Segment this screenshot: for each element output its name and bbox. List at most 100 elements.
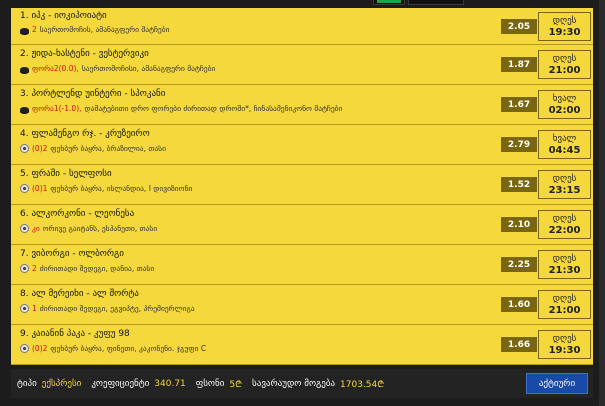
odds-badge: 1.67: [501, 97, 537, 112]
match-title: 3. პორტლენდ უინტერი - სპოკანი: [20, 89, 166, 99]
match-title: 4. ფლამენგო რჯ. - კრუზეირო: [20, 129, 150, 139]
match-hour: 19:30: [548, 26, 581, 38]
coef-value: 340.71: [154, 378, 186, 389]
type-label: ტიპი: [17, 378, 37, 389]
match-hour: 21:00: [548, 304, 581, 316]
bet-details: კი ორივე გაიტანს, ესპანეთი, თასი: [20, 224, 157, 233]
match-hour: 19:30: [548, 344, 581, 356]
match-time: დღეს 22:00: [538, 210, 591, 239]
hockey-puck-icon: [20, 106, 29, 113]
bet-row[interactable]: 2. ჟიდა-ხასტენი - ვესტერვიკი ფორა2(0.0), ს…: [11, 45, 593, 85]
market: საერთომოჩის, ამანაგფერი მატჩები: [39, 25, 170, 34]
match-title: 7. ვიბორგი - ოლბორგი: [20, 249, 124, 259]
match-day: დღეს: [552, 213, 577, 224]
bet-details: ფორა1(-1.0), დამატებითი დრო ფორები ძირითა…: [20, 104, 342, 113]
pick: (0)2: [32, 144, 48, 153]
type-value: ექსპრესი: [41, 378, 82, 389]
active-button[interactable]: აქტიური: [526, 373, 588, 394]
match-time: დღეს 23:15: [538, 170, 591, 199]
odds-badge: 2.79: [501, 137, 537, 152]
bet-details: ფორა2(0.0), საერთომოჩისი, ამანაგფერი მატჩ…: [20, 64, 215, 73]
bet-row[interactable]: 1. იპკ - იოკიპოიატი 2 საერთომოჩის, ამანაგფ…: [11, 8, 593, 45]
football-icon: [20, 184, 29, 193]
bet-summary-footer: ტიპი ექსპრესი კოეფიციენტი 340.71 ფსონი 5…: [11, 369, 593, 398]
match-title: 1. იპკ - იოკიპოიატი: [20, 11, 107, 21]
football-icon: [20, 224, 29, 233]
bet-row[interactable]: 3. პორტლენდ უინტერი - სპოკანი ფორა1(-1.0)…: [11, 85, 593, 125]
football-icon: [20, 304, 29, 313]
market: ძირითადი შედეგი, ეგვიპტე, პრემიერლიგა: [39, 304, 195, 313]
match-day: დღეს: [552, 53, 577, 64]
odds-badge: 2.25: [501, 257, 537, 272]
match-time: ხვალ 04:45: [538, 130, 591, 159]
odds-badge: 1.52: [501, 177, 537, 192]
match-title: 9. კაიანინ პაკა - კუფუ 98: [20, 329, 130, 339]
football-icon: [20, 344, 29, 353]
odds-badge: 1.87: [501, 57, 537, 72]
bet-details: 2 ძირითადი შედეგი, დანია, თასი: [20, 264, 154, 273]
bet-row[interactable]: 7. ვიბორგი - ოლბორგი 2 ძირითადი შედეგი, და…: [11, 245, 593, 285]
bet-row[interactable]: 4. ფლამენგო რჯ. - კრუზეირო (0)2 ფეხბურ ბაყ…: [11, 125, 593, 165]
match-hour: 21:30: [548, 264, 581, 276]
match-hour: 04:45: [548, 144, 581, 156]
coef-label: კოეფიციენტი: [91, 378, 150, 389]
match-hour: 22:00: [548, 224, 581, 236]
scrollbar[interactable]: [599, 0, 605, 406]
match-hour: 23:15: [548, 184, 581, 196]
football-icon: [20, 144, 29, 153]
match-day: დღეს: [552, 253, 577, 264]
match-title: 6. ალკორკონი - ლეონესა: [20, 209, 135, 219]
pick: (0)1: [32, 184, 48, 193]
match-time: ხვალ 02:00: [538, 90, 591, 119]
bet-list: 1. იპკ - იოკიპოიატი 2 საერთომოჩის, ამანაგფ…: [11, 8, 593, 365]
odds-badge: 1.60: [501, 297, 537, 312]
match-day: დღეს: [552, 293, 577, 304]
pick: ფორა2(0.0),: [32, 64, 79, 73]
bet-row[interactable]: 8. ალ მერეიხი - ალ შორტა 1 ძირითადი შედეგი…: [11, 285, 593, 325]
stake-label: ფსონი: [195, 378, 225, 389]
top-bar: [0, 0, 605, 8]
match-title: 2. ჟიდა-ხასტენი - ვესტერვიკი: [20, 49, 149, 59]
top-tab[interactable]: [408, 0, 464, 5]
match-title: 8. ალ მერეიხი - ალ შორტა: [20, 289, 139, 299]
match-day: დღეს: [552, 173, 577, 184]
pick: 2: [32, 25, 37, 34]
bet-details: (0)2 ფეხბურ ბაყრა, ბრაზილია, თასი: [20, 144, 166, 153]
match-hour: 02:00: [548, 104, 581, 116]
bet-row[interactable]: 6. ალკორკონი - ლეონესა კი ორივე გაიტანს, ე…: [11, 205, 593, 245]
match-day: ხვალ: [552, 133, 577, 144]
market: ძირითადი შედეგი, დანია, თასი: [39, 264, 155, 273]
bet-details: (0)1 ფეხბურ ბაყრა, ისლანდია, I დივიზიონი: [20, 184, 192, 193]
match-time: დღეს 21:30: [538, 250, 591, 279]
market: ფეხბურ ბაყრა, ფინეთი, კაკონენი. ჯგუფი C: [50, 344, 207, 353]
match-title: 5. ფრამი - სელფოსი: [20, 169, 112, 179]
odds-badge: 2.10: [501, 217, 537, 232]
bet-details: (0)2 ფეხბურ ბაყრა, ფინეთი, კაკონენი. ჯგუფ…: [20, 344, 206, 353]
football-icon: [20, 264, 29, 273]
match-hour: 21:00: [548, 64, 581, 76]
match-day: ხვალ: [552, 93, 577, 104]
bet-row[interactable]: 5. ფრამი - სელფოსი (0)1 ფეხბურ ბაყრა, ისლა…: [11, 165, 593, 205]
bet-details: 1 ძირითადი შედეგი, ეგვიპტე, პრემიერლიგა: [20, 304, 195, 313]
market: ორივე გაიტანს, ესპანეთი, თასი: [42, 224, 158, 233]
market: დამატებითი დრო ფორები ძირითად დროში*, ჩი…: [84, 104, 343, 113]
bet-details: 2 საერთომოჩის, ამანაგფერი მატჩები: [20, 25, 169, 34]
match-time: დღეს 21:00: [538, 50, 591, 79]
match-day: დღეს: [552, 333, 577, 344]
win-label: სავარაუდო მოგება: [252, 378, 336, 389]
hockey-puck-icon: [20, 66, 29, 73]
bet-row[interactable]: 9. კაიანინ პაკა - კუფუ 98 (0)2 ფეხბურ ბაყრ…: [11, 325, 593, 365]
stake-value: 5₾: [229, 380, 243, 390]
pick: ფორა1(-1.0),: [32, 104, 82, 113]
match-time: დღეს 19:30: [538, 12, 591, 41]
top-tab-active[interactable]: [373, 0, 405, 5]
win-value: 1703.54₾: [340, 380, 385, 390]
match-time: დღეს 19:30: [538, 330, 591, 359]
match-time: დღეს 21:00: [538, 290, 591, 319]
market: საერთომოჩისი, ამანაგფერი მატჩები: [81, 64, 216, 73]
odds-badge: 2.05: [501, 19, 537, 34]
pick: 1: [32, 304, 37, 313]
market: ფეხბურ ბაყრა, ისლანდია, I დივიზიონი: [50, 184, 193, 193]
pick: 2: [32, 264, 37, 273]
odds-badge: 1.66: [501, 337, 537, 352]
